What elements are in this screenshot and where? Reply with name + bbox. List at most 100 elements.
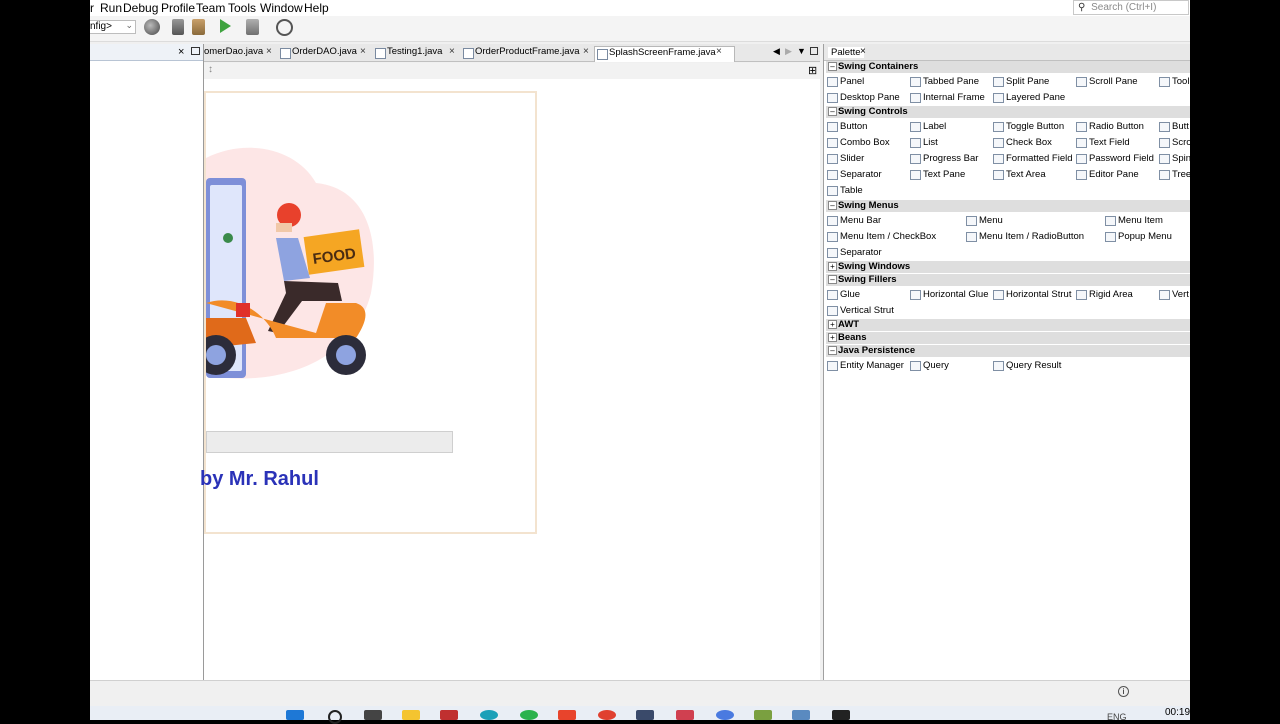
- globe-icon[interactable]: [144, 19, 160, 35]
- close-icon[interactable]: ×: [449, 46, 455, 57]
- palette-item-spinner[interactable]: Spin: [1158, 152, 1190, 165]
- palette-item-split-pane[interactable]: Split Pane: [992, 75, 1049, 88]
- palette-item-menu-item-radiobutton[interactable]: Menu Item / RadioButton: [965, 230, 1084, 243]
- notepad-icon[interactable]: [754, 710, 772, 720]
- clock[interactable]: 00:19: [1165, 707, 1190, 718]
- palette-item-text-pane[interactable]: Text Pane: [909, 168, 965, 181]
- menu-tools[interactable]: Tools: [228, 1, 256, 15]
- scroll-tabs-left-icon[interactable]: ◀: [773, 46, 780, 57]
- hammer-icon[interactable]: [172, 19, 184, 35]
- close-icon[interactable]: ×: [583, 46, 589, 57]
- palette-item-glue[interactable]: Glue: [826, 288, 860, 301]
- palette-item-vertical-glue[interactable]: Vert: [1158, 288, 1189, 301]
- drag-handle-icon[interactable]: ↕: [208, 64, 213, 75]
- run-icon[interactable]: [220, 19, 231, 33]
- maximize-icon[interactable]: [810, 47, 818, 55]
- category-swing-windows[interactable]: + Swing Windows: [826, 261, 1190, 273]
- menu-debug[interactable]: Debug: [123, 1, 158, 15]
- close-icon[interactable]: ×: [178, 46, 184, 58]
- close-icon[interactable]: ×: [716, 46, 722, 57]
- app-icon[interactable]: [676, 710, 694, 720]
- palette-item-horizontal-strut[interactable]: Horizontal Strut: [992, 288, 1071, 301]
- palette-item-label[interactable]: Label: [909, 120, 946, 133]
- menu-profile[interactable]: Profile: [161, 1, 195, 15]
- palette-item-menu-item-checkbox[interactable]: Menu Item / CheckBox: [826, 230, 936, 243]
- palette-item-scroll-pane[interactable]: Scroll Pane: [1075, 75, 1138, 88]
- profile-icon[interactable]: [276, 19, 293, 36]
- palette-item-menu-separator[interactable]: Separator: [826, 246, 882, 259]
- tab-testing1[interactable]: Testing1.java: [373, 46, 442, 61]
- menu-run[interactable]: Run: [100, 1, 122, 15]
- palette-item-toggle-button[interactable]: Toggle Button: [992, 120, 1064, 133]
- palette-item-radio-button[interactable]: Radio Button: [1075, 120, 1144, 133]
- palette-item-tree[interactable]: Tree: [1158, 168, 1190, 181]
- tab-customer-dao[interactable]: omerDao.java: [190, 46, 263, 61]
- palette-item-slider[interactable]: Slider: [826, 152, 864, 165]
- search-icon[interactable]: [328, 710, 342, 724]
- palette-item-rigid-area[interactable]: Rigid Area: [1075, 288, 1133, 301]
- close-icon[interactable]: ×: [266, 46, 272, 57]
- menu-window[interactable]: Window: [260, 1, 303, 15]
- palette-item-list[interactable]: List: [909, 136, 938, 149]
- grid-icon[interactable]: ⊞: [808, 64, 817, 77]
- palette-item-popup-menu[interactable]: Popup Menu: [1104, 230, 1172, 243]
- palette-item-layered-pane[interactable]: Layered Pane: [992, 91, 1065, 104]
- palette-item-internal-frame[interactable]: Internal Frame: [909, 91, 985, 104]
- chrome-icon[interactable]: [716, 710, 734, 720]
- palette-item-menu-bar[interactable]: Menu Bar: [826, 214, 881, 227]
- palette-item-tabbed-pane[interactable]: Tabbed Pane: [909, 75, 979, 88]
- terminal-icon[interactable]: [832, 710, 850, 720]
- app-icon[interactable]: [636, 710, 654, 720]
- palette-item-query[interactable]: Query: [909, 359, 949, 372]
- palette-item-password-field[interactable]: Password Field: [1075, 152, 1154, 165]
- palette-item-toolbar[interactable]: Tool: [1158, 75, 1189, 88]
- palette-item-query-result[interactable]: Query Result: [992, 359, 1061, 372]
- close-icon[interactable]: ×: [860, 46, 866, 57]
- palette-item-menu[interactable]: Menu: [965, 214, 1003, 227]
- tab-order-product-frame[interactable]: OrderProductFrame.java: [461, 46, 580, 61]
- close-icon[interactable]: ×: [360, 46, 366, 57]
- menu-help[interactable]: Help: [304, 1, 329, 15]
- palette-item-progress-bar[interactable]: Progress Bar: [909, 152, 978, 165]
- tab-list-dropdown-icon[interactable]: ▼: [797, 46, 806, 56]
- netbeans-icon[interactable]: [792, 710, 810, 720]
- language-indicator[interactable]: ENG: [1107, 712, 1127, 722]
- chrome-icon[interactable]: [598, 710, 616, 720]
- category-java-persistence[interactable]: – Java Persistence: [826, 345, 1190, 357]
- palette-item-button[interactable]: Button: [826, 120, 867, 133]
- category-awt[interactable]: + AWT: [826, 319, 1190, 331]
- palette-item-panel[interactable]: Panel: [826, 75, 864, 88]
- category-swing-menus[interactable]: – Swing Menus: [826, 200, 1190, 212]
- config-combo[interactable]: nfig> ⌄: [90, 20, 136, 34]
- category-swing-containers[interactable]: – Swing Containers: [826, 61, 1190, 73]
- scroll-tabs-right-icon[interactable]: ▶: [785, 46, 792, 57]
- category-beans[interactable]: + Beans: [826, 332, 1190, 344]
- file-explorer-icon[interactable]: [402, 710, 420, 720]
- palette-item-combo-box[interactable]: Combo Box: [826, 136, 890, 149]
- clean-build-icon[interactable]: [192, 19, 205, 35]
- palette-item-horizontal-glue[interactable]: Horizontal Glue: [909, 288, 988, 301]
- palette-item-scrollbar[interactable]: Scro: [1158, 136, 1190, 149]
- palette-item-separator[interactable]: Separator: [826, 168, 882, 181]
- palette-item-table[interactable]: Table: [826, 184, 863, 197]
- tab-splash-screen-frame[interactable]: SplashScreenFrame.java: [594, 46, 735, 62]
- notification-icon[interactable]: i: [1118, 686, 1129, 697]
- palette-item-editor-pane[interactable]: Editor Pane: [1075, 168, 1139, 181]
- menu-refactor[interactable]: r: [90, 1, 94, 15]
- category-swing-fillers[interactable]: – Swing Fillers: [826, 274, 1190, 286]
- palette-item-menu-item[interactable]: Menu Item: [1104, 214, 1163, 227]
- palette-item-check-box[interactable]: Check Box: [992, 136, 1052, 149]
- task-view-icon[interactable]: [364, 710, 382, 720]
- splash-form[interactable]: FOOD by Mr. Rahul: [200, 91, 537, 534]
- palette-item-entity-manager[interactable]: Entity Manager: [826, 359, 904, 372]
- category-swing-controls[interactable]: – Swing Controls: [826, 106, 1190, 118]
- palette-item-vertical-strut[interactable]: Vertical Strut: [826, 304, 894, 317]
- debug-icon[interactable]: [246, 19, 259, 35]
- gmail-icon[interactable]: [440, 710, 458, 720]
- palette-item-text-field[interactable]: Text Field: [1075, 136, 1130, 149]
- palette-item-text-area[interactable]: Text Area: [992, 168, 1046, 181]
- brave-icon[interactable]: [558, 710, 576, 720]
- start-icon[interactable]: [286, 710, 304, 720]
- menu-team[interactable]: Team: [196, 1, 225, 15]
- palette-item-desktop-pane[interactable]: Desktop Pane: [826, 91, 900, 104]
